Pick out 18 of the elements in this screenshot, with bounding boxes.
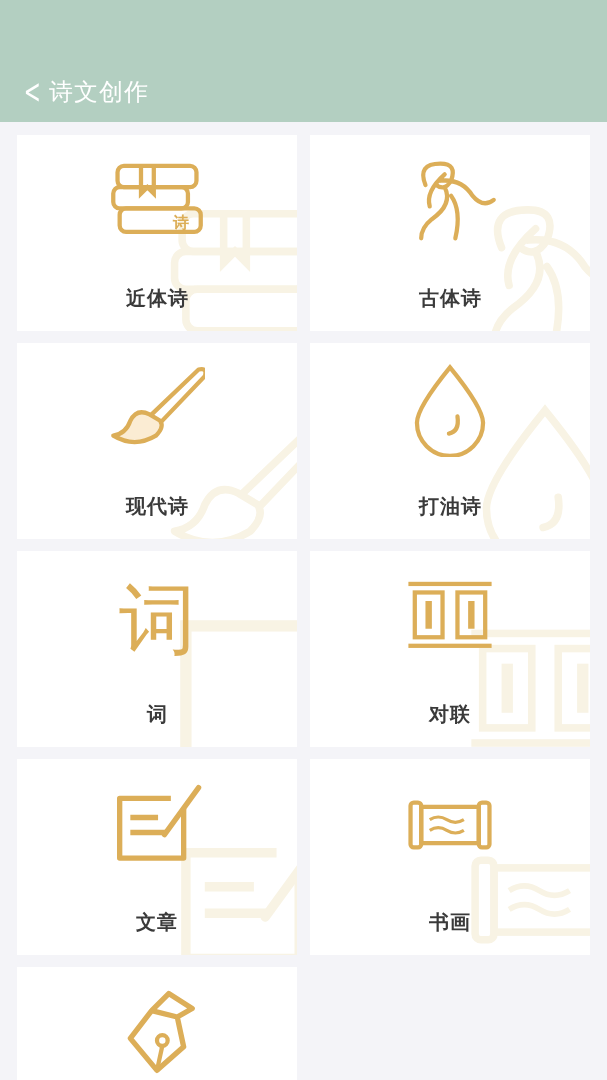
card-label: 书画 [429, 909, 471, 936]
card-label: 对联 [429, 701, 471, 728]
category-card[interactable]: 对联 [310, 551, 590, 747]
category-card[interactable]: 诗 近体诗 [17, 135, 297, 331]
category-card[interactable]: 现代诗 [17, 343, 297, 539]
card-label: 词 [146, 701, 168, 728]
category-card[interactable]: 词 词 [17, 551, 297, 747]
card-label: 古体诗 [418, 285, 482, 312]
card-label: 打油诗 [418, 493, 482, 520]
category-card[interactable]: 文章 [17, 759, 297, 955]
category-card[interactable]: 书画 [310, 759, 590, 955]
card-label: 文章 [136, 909, 178, 936]
card-label: 近体诗 [125, 285, 189, 312]
page-title: 诗文创作 [48, 77, 149, 108]
glyph-icon: 词 [109, 569, 205, 665]
category-card[interactable]: 打油诗 [310, 343, 590, 539]
category-card[interactable]: 古体诗 [310, 135, 590, 331]
card-label: 现代诗 [125, 493, 189, 520]
